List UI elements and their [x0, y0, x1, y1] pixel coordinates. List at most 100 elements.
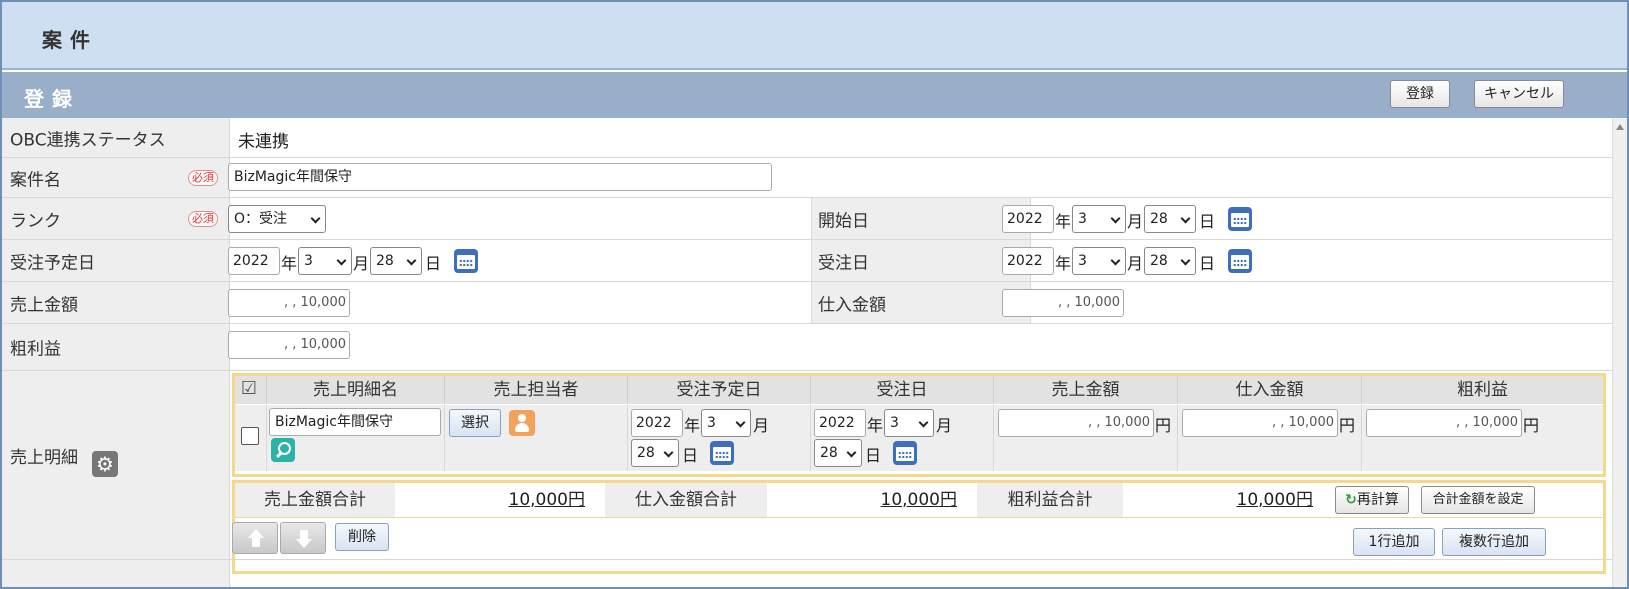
detail-planned-day-select[interactable]: 28	[631, 439, 679, 467]
case-name-label: 案件名	[10, 170, 61, 190]
purchase-total-label: 仕入金額合計	[605, 483, 767, 517]
detail-order-year-input[interactable]: 2022	[814, 409, 866, 437]
profit-total-value: 10,000円	[1236, 490, 1313, 510]
order-year-input[interactable]: 2022	[1002, 247, 1054, 275]
details-table: ☑ 売上明細名 売上担当者 受注予定日 受注日 売上金額 仕入金額 粗利益 Bi…	[232, 373, 1606, 477]
calendar-icon[interactable]	[893, 441, 917, 465]
delete-button[interactable]: 削除	[335, 523, 389, 551]
purchase-total-value: 10,000円	[880, 490, 957, 510]
search-icon[interactable]	[271, 438, 295, 462]
form-row-profit: 粗利益 , , 10,000	[2, 324, 1612, 371]
form-row-name: 案件名 必須 BizMagic年間保守	[2, 158, 1612, 198]
arrow-up-icon	[248, 529, 264, 538]
chevron-down-icon	[663, 447, 674, 458]
form-row-amounts: 売上金額 , , 10,000 仕入金額 , , 10,000	[2, 282, 1612, 324]
detail-planned-year-input[interactable]: 2022	[631, 409, 683, 437]
planned-day-select[interactable]: 28	[370, 247, 422, 275]
recalculate-button[interactable]: ↻再計算	[1335, 486, 1409, 514]
chevron-down-icon	[406, 255, 417, 266]
col-header-name: 売上明細名	[267, 376, 445, 404]
purchase-amount-label: 仕入金額	[818, 295, 886, 315]
start-day-select[interactable]: 28	[1144, 205, 1196, 233]
add-row-button[interactable]: 1行追加	[1353, 528, 1435, 556]
order-day-select[interactable]: 28	[1144, 247, 1196, 275]
rank-label: ランク	[10, 211, 61, 231]
scroll-up-icon[interactable]	[1616, 124, 1624, 130]
col-header-profit: 粗利益	[1362, 376, 1603, 404]
chevron-down-icon	[336, 255, 347, 266]
required-badge: 必須	[188, 169, 218, 186]
rank-select[interactable]: O：受注	[228, 205, 326, 233]
select-staff-button[interactable]: 選択	[449, 409, 501, 437]
col-header-staff: 売上担当者	[445, 376, 628, 404]
person-icon[interactable]	[509, 410, 535, 436]
sales-total-value: 10,000円	[508, 490, 585, 510]
sales-total-label: 売上金額合計	[235, 483, 395, 517]
col-header-sales: 売上金額	[994, 376, 1178, 404]
row-checkbox[interactable]	[241, 427, 259, 445]
title-bar: 案件	[2, 2, 1627, 70]
calendar-icon[interactable]	[454, 249, 478, 273]
refresh-icon: ↻	[1345, 492, 1357, 508]
calendar-icon[interactable]	[710, 441, 734, 465]
start-month-select[interactable]: 3	[1072, 205, 1126, 233]
section-title: 登録	[24, 87, 80, 111]
chevron-down-icon	[1180, 255, 1191, 266]
form-row-rank: ランク 必須 O：受注 開始日 2022 年 3 月 28 日	[2, 198, 1612, 240]
chevron-down-icon	[1110, 213, 1121, 224]
details-label: 売上明細	[10, 448, 78, 468]
start-year-input[interactable]: 2022	[1002, 205, 1054, 233]
cancel-button[interactable]: キャンセル	[1474, 80, 1564, 108]
detail-sales-input[interactable]: , , 10,000	[998, 409, 1154, 437]
move-up-button[interactable]	[232, 522, 278, 554]
purchase-amount-input[interactable]: , , 10,000	[1002, 289, 1124, 317]
move-down-button[interactable]	[280, 522, 326, 554]
gross-profit-input[interactable]: , , 10,000	[228, 331, 350, 359]
gear-icon[interactable]: ⚙	[92, 451, 118, 477]
register-button[interactable]: 登録	[1390, 80, 1450, 108]
chevron-down-icon	[735, 417, 746, 428]
chevron-down-icon	[1180, 213, 1191, 224]
order-date-label: 受注日	[818, 253, 869, 273]
detail-name-input[interactable]: BizMagic年間保守	[269, 408, 441, 436]
obc-status-value: 未連携	[238, 132, 289, 152]
planned-order-date-label: 受注予定日	[10, 253, 95, 273]
col-header-order-date: 受注日	[811, 376, 994, 404]
page-title: 案件	[42, 28, 98, 52]
detail-profit-input[interactable]: , , 10,000	[1366, 409, 1522, 437]
add-multiple-rows-button[interactable]: 複数行追加	[1442, 528, 1546, 556]
col-header-purchase: 仕入金額	[1178, 376, 1362, 404]
arrow-down-icon	[296, 539, 312, 548]
obc-status-label: OBC連携ステータス	[10, 130, 166, 150]
chevron-down-icon	[846, 447, 857, 458]
calendar-icon[interactable]	[1228, 207, 1252, 231]
check-all-icon[interactable]: ☑	[239, 379, 259, 399]
profit-total-label: 粗利益合計	[977, 483, 1123, 517]
form-row-dates: 受注予定日 2022 年 3 月 28 日 受注日 2022 年 3 月 28 …	[2, 240, 1612, 282]
form-row-obc: OBC連携ステータス 未連携	[2, 118, 1612, 158]
detail-purchase-input[interactable]: , , 10,000	[1182, 409, 1338, 437]
gross-profit-label: 粗利益	[10, 339, 61, 360]
chevron-down-icon	[1110, 255, 1121, 266]
scrollbar[interactable]	[1612, 118, 1627, 587]
section-header: 登録 登録 キャンセル	[2, 72, 1627, 118]
planned-month-select[interactable]: 3	[298, 247, 352, 275]
col-header-planned-date: 受注予定日	[628, 376, 811, 404]
details-label-cell: 売上明細 ⚙	[2, 371, 230, 559]
calendar-icon[interactable]	[1228, 249, 1252, 273]
table-row	[235, 405, 267, 471]
detail-order-month-select[interactable]: 3	[884, 409, 934, 437]
app-window: 案件 登録 登録 キャンセル OBC連携ステータス 未連携 案件名 必須 Biz…	[0, 0, 1629, 589]
detail-planned-month-select[interactable]: 3	[701, 409, 751, 437]
detail-order-day-select[interactable]: 28	[814, 439, 862, 467]
sales-amount-input[interactable]: , , 10,000	[228, 289, 350, 317]
sales-amount-label: 売上金額	[10, 295, 78, 315]
planned-year-input[interactable]: 2022	[228, 247, 280, 275]
required-badge: 必須	[188, 210, 218, 227]
chevron-down-icon	[918, 417, 929, 428]
case-name-input[interactable]: BizMagic年間保守	[228, 163, 772, 191]
order-month-select[interactable]: 3	[1072, 247, 1126, 275]
start-date-label: 開始日	[818, 211, 869, 231]
set-total-button[interactable]: 合計金額を設定	[1421, 486, 1535, 514]
chevron-down-icon	[310, 213, 321, 224]
